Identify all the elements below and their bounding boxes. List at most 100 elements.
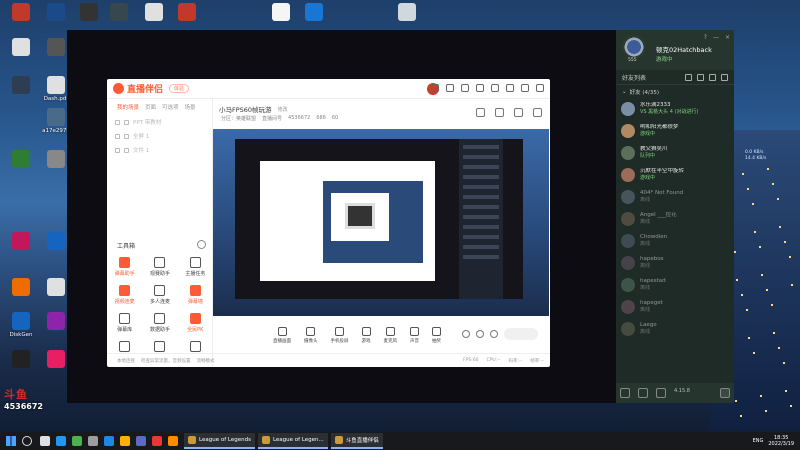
tool-item[interactable]: 视频连麦 (107, 285, 142, 305)
menu-icon[interactable] (491, 84, 499, 92)
search-icon[interactable] (721, 73, 728, 81)
scene-tab[interactable]: 可选项 (162, 103, 179, 111)
desktop-icon[interactable] (2, 350, 40, 370)
friend-item[interactable]: 教父狮吴川 队列中 (616, 142, 734, 164)
friend-item[interactable]: hapestad 离线 (616, 274, 734, 296)
eye-icon[interactable] (115, 119, 120, 125)
desktop-icon[interactable] (388, 3, 426, 23)
add-folder-icon[interactable] (697, 73, 704, 81)
chat-icon[interactable] (720, 388, 730, 398)
taskbar-app-icon[interactable] (120, 436, 130, 446)
tool-item[interactable]: 主播任务 (178, 257, 213, 277)
start-live-button[interactable] (504, 328, 538, 340)
desktop-icon[interactable] (2, 232, 40, 252)
bag-icon[interactable] (638, 388, 648, 398)
list-icon[interactable] (709, 73, 716, 81)
scene-tab[interactable]: 场景 (185, 103, 196, 111)
version-badge[interactable]: 体验 (169, 84, 190, 93)
friend-group-header[interactable]: ⌄ 好友 (4/35) (616, 85, 734, 98)
chat-icon[interactable] (431, 84, 439, 92)
desktop-icon[interactable] (2, 278, 40, 298)
edit-title-link[interactable]: 修改 (278, 106, 288, 113)
scene-tab[interactable]: 我的场景 (117, 103, 139, 111)
tool-item[interactable]: 数据助手 (142, 313, 177, 333)
lock-icon[interactable] (124, 147, 129, 153)
lock-icon[interactable] (495, 108, 504, 117)
minimize-icon[interactable] (506, 84, 514, 92)
source-button[interactable]: 直播画面 (273, 326, 291, 344)
taskbar-app-icon[interactable] (104, 436, 114, 446)
desktop-icon[interactable] (2, 38, 40, 58)
toolbox-settings-icon[interactable] (197, 240, 206, 249)
add-friend-icon[interactable] (685, 73, 692, 81)
mail-icon[interactable] (620, 388, 630, 398)
profile-avatar[interactable] (622, 35, 646, 59)
taskbar-app-icon[interactable] (152, 436, 162, 446)
close-icon[interactable]: × (725, 34, 730, 41)
source-button[interactable]: 抽奖 (432, 326, 441, 344)
desktop-icon[interactable]: DiskGen (2, 312, 40, 339)
source-button[interactable]: 声音 (410, 326, 419, 344)
clock[interactable]: 18:35 2022/3/19 (768, 435, 794, 447)
desktop-icon[interactable] (2, 3, 40, 23)
taskbar-app-icon[interactable] (88, 436, 98, 446)
source-button[interactable]: 游戏 (361, 326, 371, 344)
scene-tab[interactable]: 页面 (145, 103, 156, 111)
settings-gear-icon[interactable] (490, 330, 498, 338)
tool-item[interactable]: 多人连麦 (142, 285, 177, 305)
desktop-icon[interactable] (2, 76, 40, 96)
close-icon[interactable] (536, 84, 544, 92)
taskbar-app-icon[interactable] (168, 436, 178, 446)
windows-start-icon[interactable] (6, 436, 16, 446)
source-button[interactable]: 摄像头 (304, 326, 318, 344)
friend-item[interactable]: hapebox 离线 (616, 252, 734, 274)
friend-item[interactable]: hapeget 离线 (616, 296, 734, 318)
tool-item[interactable]: 弹幕墙 (178, 285, 213, 305)
taskbar-app-icon[interactable] (72, 436, 82, 446)
layer-item[interactable]: PPT 带教材 (107, 115, 212, 129)
mic-icon[interactable] (656, 388, 666, 398)
friend-item[interactable]: 水乐满2333 VS 黑桃大头 4 (对战进行) (616, 98, 734, 120)
tray-lang[interactable]: ENG (753, 438, 764, 444)
desktop-icon[interactable] (2, 150, 40, 170)
minimize-icon[interactable]: — (713, 34, 719, 41)
taskbar-app-icon[interactable] (56, 436, 66, 446)
share-icon[interactable] (533, 108, 542, 117)
layer-item[interactable]: 全屏 1 (107, 129, 212, 143)
help-icon[interactable]: ? (704, 34, 707, 41)
friend-item[interactable]: Laego 离线 (616, 318, 734, 340)
layout-icon[interactable] (476, 108, 485, 117)
taskbar-app-icon[interactable] (136, 436, 146, 446)
message-icon[interactable] (446, 84, 454, 92)
taskbar-task[interactable]: League of Legends (184, 433, 255, 449)
taskbar-app-icon[interactable] (40, 436, 50, 446)
copy-icon[interactable] (514, 108, 523, 117)
tool-item[interactable]: 观赛助手 (142, 257, 177, 277)
lock-icon[interactable] (124, 133, 129, 139)
friend-item[interactable]: 沉默在半空中旋转 游戏中 (616, 164, 734, 186)
friend-item[interactable]: Chowdien 离线 (616, 230, 734, 252)
clip-icon[interactable] (476, 330, 484, 338)
search-icon[interactable] (22, 436, 32, 446)
friend-item[interactable]: 404* Not Found 离线 (616, 186, 734, 208)
tool-item[interactable]: 全民PK (178, 313, 213, 333)
desktop-icon[interactable] (295, 3, 333, 23)
layer-item[interactable]: 文件 1 (107, 143, 212, 157)
stream-preview[interactable] (213, 129, 549, 316)
friend-item[interactable]: 哟和阳光都很梦 游戏中 (616, 120, 734, 142)
desktop-icon[interactable] (100, 3, 138, 23)
taskbar-task[interactable]: League of Legen... (257, 433, 328, 449)
desktop-icon[interactable] (168, 3, 206, 23)
eye-icon[interactable] (115, 147, 120, 153)
skin-icon[interactable] (476, 84, 484, 92)
lock-icon[interactable] (124, 119, 129, 125)
tool-item[interactable]: 弹幕助手 (107, 257, 142, 277)
record-icon[interactable] (462, 330, 470, 338)
settings-icon[interactable] (461, 84, 469, 92)
maximize-icon[interactable] (521, 84, 529, 92)
source-button[interactable]: 手机投屏 (331, 326, 349, 344)
taskbar-task[interactable]: 斗鱼直播伴侣 (330, 433, 383, 449)
eye-icon[interactable] (115, 133, 120, 139)
tool-item[interactable]: 弹幕库 (107, 313, 142, 333)
friend-item[interactable]: Angel ___拉花 离线 (616, 208, 734, 230)
